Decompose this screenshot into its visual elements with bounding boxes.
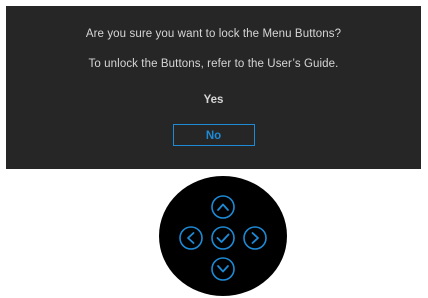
unlock-hint-message: To unlock the Buttons, refer to the User… (88, 58, 339, 70)
lock-menu-dialog: Are you sure you want to lock the Menu B… (6, 6, 421, 169)
confirm-message: Are you sure you want to lock the Menu B… (85, 28, 342, 40)
joystick-body (159, 176, 287, 296)
joystick-graphic (159, 176, 287, 296)
screen: Are you sure you want to lock the Menu B… (0, 0, 428, 298)
yes-option[interactable]: Yes (174, 94, 254, 106)
joystick-controller (159, 176, 287, 296)
no-option[interactable]: No (172, 124, 255, 146)
